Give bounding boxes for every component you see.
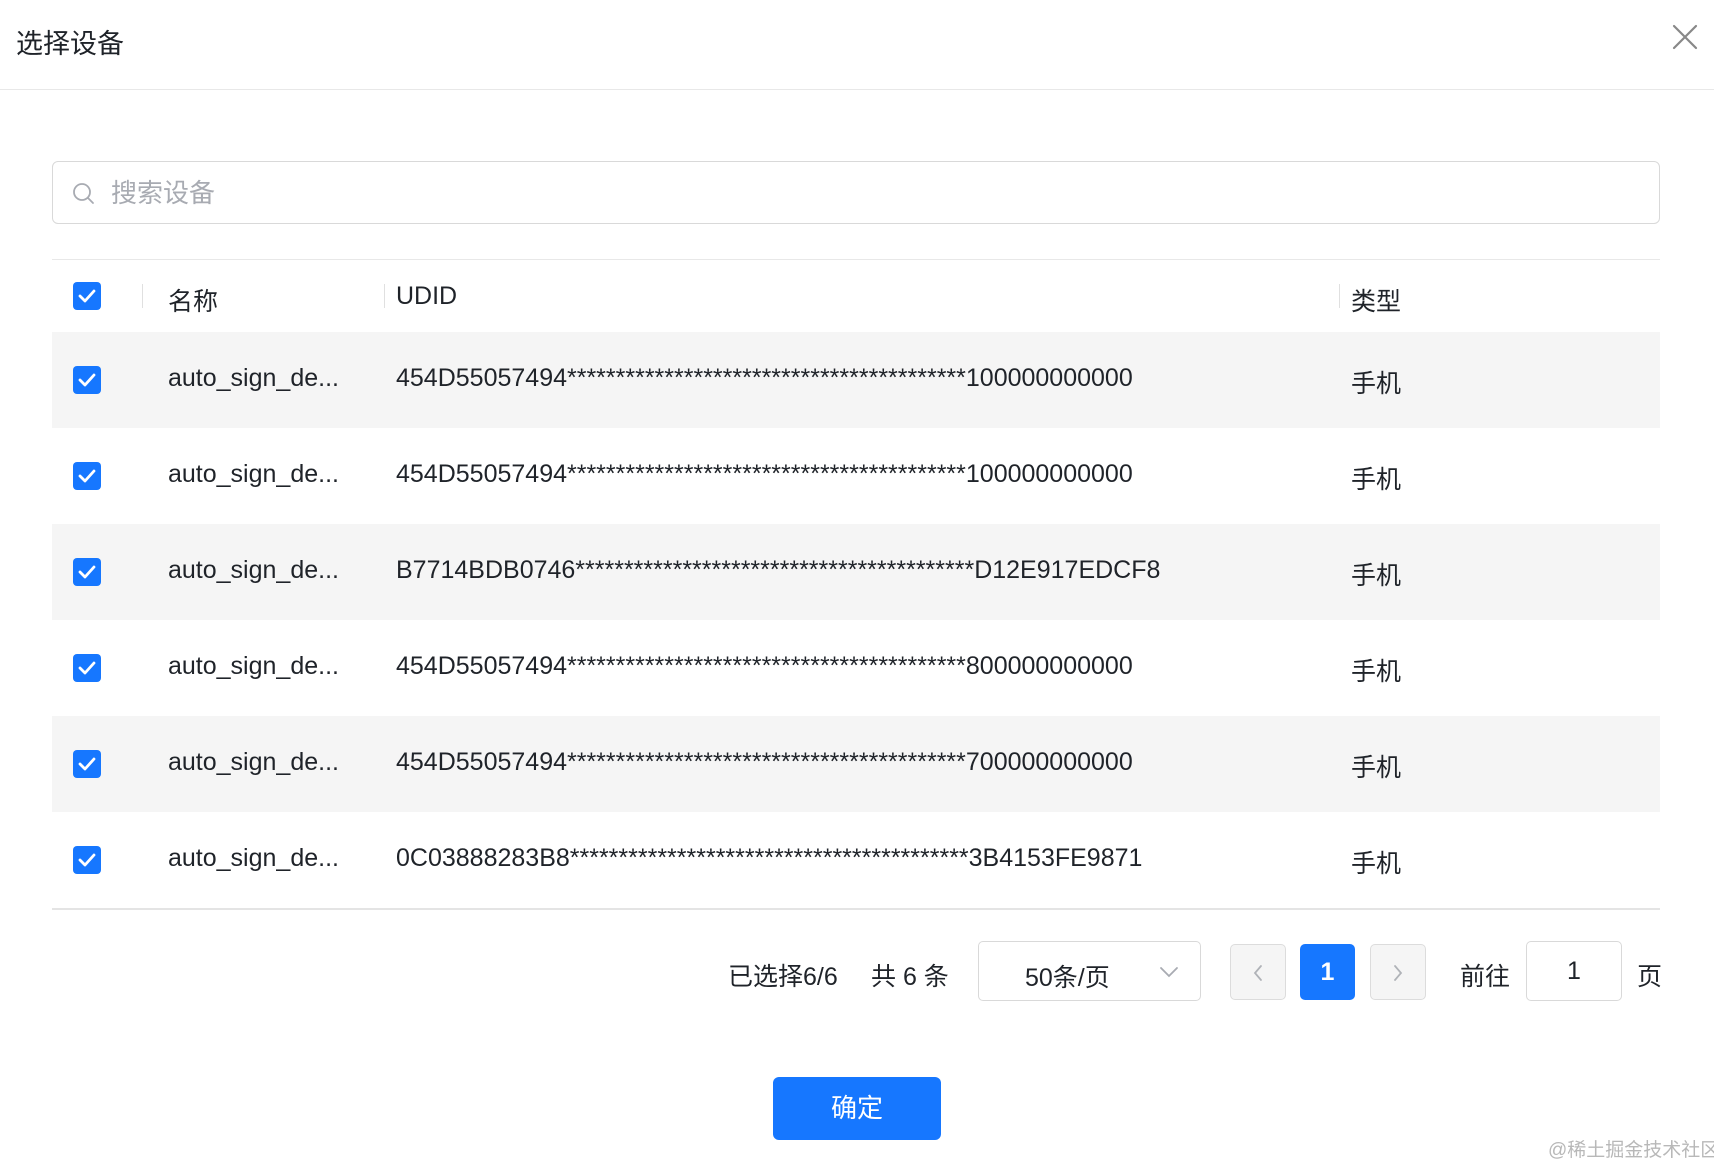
goto-label: 前往 [1460, 963, 1511, 991]
next-page-button[interactable] [1370, 944, 1426, 1000]
confirm-button[interactable]: 确定 [773, 1077, 941, 1140]
device-type: 手机 [1351, 562, 1402, 590]
table-row[interactable]: auto_sign_de... 454D55057494************… [52, 716, 1660, 812]
table-header: 名称 UDID 类型 [52, 259, 1660, 332]
device-type: 手机 [1351, 370, 1402, 398]
search-box [52, 161, 1660, 224]
device-type: 手机 [1351, 850, 1402, 878]
selected-count: 已选择6/6 [728, 963, 838, 991]
column-divider [142, 284, 143, 308]
check-icon [78, 853, 96, 867]
device-udid: 454D55057494****************************… [396, 460, 1133, 488]
chevron-left-icon [1253, 965, 1262, 981]
device-name: auto_sign_de... [168, 844, 339, 872]
search-input[interactable] [109, 172, 1633, 214]
column-divider [1339, 284, 1340, 308]
device-udid: 454D55057494****************************… [396, 748, 1133, 776]
device-name: auto_sign_de... [168, 460, 339, 488]
header-type[interactable]: 类型 [1351, 282, 1401, 318]
check-icon [78, 469, 96, 483]
watermark: @稀土掘金技术社区 [1548, 1140, 1714, 1161]
device-name: auto_sign_de... [168, 364, 339, 392]
check-icon [78, 757, 96, 771]
check-icon [78, 661, 96, 675]
page-size-value: 50条/页 [1025, 964, 1110, 992]
device-udid: 454D55057494****************************… [396, 364, 1133, 392]
device-type: 手机 [1351, 466, 1402, 494]
row-checkbox[interactable] [73, 846, 101, 874]
table-row[interactable]: auto_sign_de... 454D55057494************… [52, 428, 1660, 524]
chevron-right-icon [1394, 965, 1403, 981]
table-row[interactable]: auto_sign_de... B7714BDB0746************… [52, 524, 1660, 620]
close-icon[interactable] [1670, 22, 1700, 52]
page-size-select[interactable]: 50条/页 [978, 941, 1201, 1001]
dialog-title: 选择设备 [16, 29, 124, 59]
check-icon [78, 373, 96, 387]
prev-page-button[interactable] [1230, 944, 1286, 1000]
search-icon [73, 183, 94, 204]
pagination: 已选择6/6 共 6 条 50条/页 1 前往 1 页 [0, 940, 1714, 1002]
device-name: auto_sign_de... [168, 652, 339, 680]
device-table: 名称 UDID 类型 auto_sign_de... 454D55057494*… [52, 259, 1660, 910]
chevron-down-icon [1160, 967, 1178, 978]
header-name[interactable]: 名称 [168, 282, 218, 318]
device-udid: 0C03888283B8****************************… [396, 844, 1143, 872]
device-name: auto_sign_de... [168, 748, 339, 776]
header-udid[interactable]: UDID [396, 282, 457, 311]
row-checkbox[interactable] [73, 750, 101, 778]
device-type: 手机 [1351, 754, 1402, 782]
table-row[interactable]: auto_sign_de... 454D55057494************… [52, 332, 1660, 428]
goto-page-input[interactable]: 1 [1526, 941, 1622, 1001]
row-checkbox[interactable] [73, 558, 101, 586]
row-checkbox[interactable] [73, 462, 101, 490]
row-checkbox[interactable] [73, 366, 101, 394]
page-unit-label: 页 [1637, 963, 1663, 991]
check-icon [78, 289, 96, 303]
dialog-header: 选择设备 [0, 0, 1714, 90]
total-count: 共 6 条 [871, 963, 949, 991]
device-udid: B7714BDB0746****************************… [396, 556, 1161, 584]
device-udid: 454D55057494****************************… [396, 652, 1133, 680]
device-name: auto_sign_de... [168, 556, 339, 584]
device-type: 手机 [1351, 658, 1402, 686]
column-divider [384, 284, 385, 308]
row-checkbox[interactable] [73, 654, 101, 682]
table-row[interactable]: auto_sign_de... 0C03888283B8************… [52, 812, 1660, 908]
table-row[interactable]: auto_sign_de... 454D55057494************… [52, 620, 1660, 716]
check-icon [78, 565, 96, 579]
page-number-current[interactable]: 1 [1300, 944, 1355, 1000]
select-all-checkbox[interactable] [73, 282, 101, 310]
